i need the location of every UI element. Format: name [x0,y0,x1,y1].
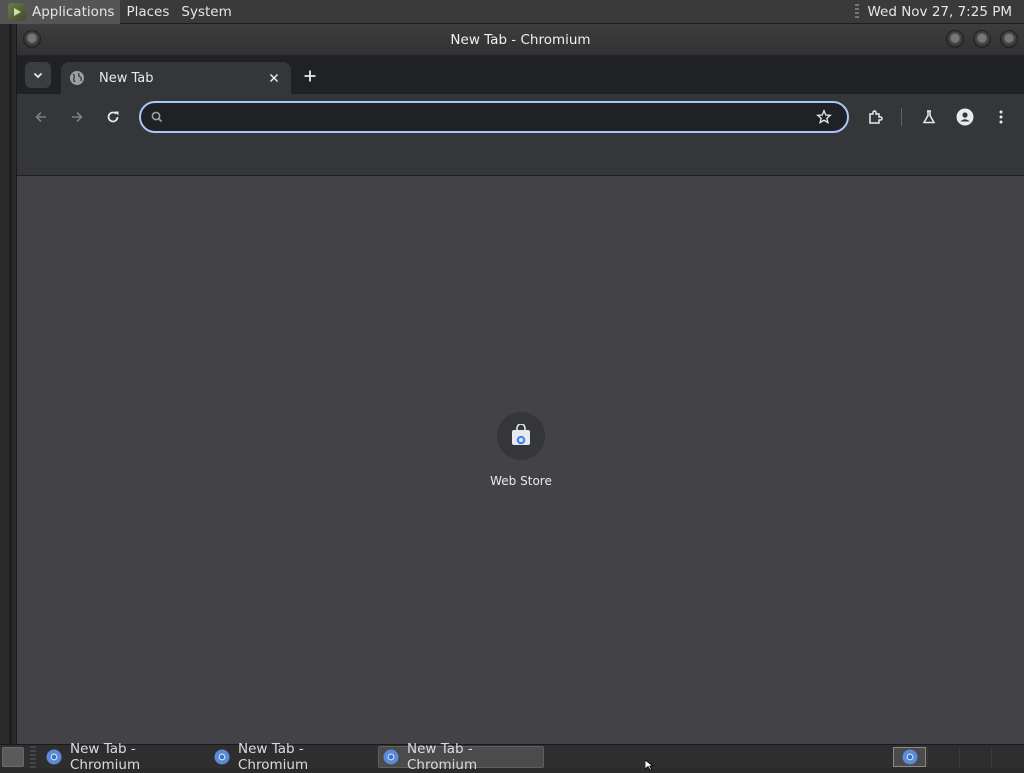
address-input[interactable] [171,105,813,129]
panel-right-area: Wed Nov 27, 7:25 PM [855,0,1024,24]
tab-new-tab[interactable]: New Tab [61,62,291,94]
back-icon [35,111,46,123]
toolbar-separator [901,108,902,126]
system-menu[interactable]: System [175,0,237,24]
top-panel: Applications Places System Wed Nov 27, 7… [0,0,1024,24]
address-bar[interactable] [139,101,849,133]
minimize-button[interactable] [946,30,964,48]
globe-icon [70,71,84,85]
taskbar: New Tab - Chromium New Tab - Chromium Ne… [0,741,1024,773]
taskbar-item[interactable]: New Tab - Chromium [210,741,376,773]
tab-strip: New Tab [17,56,1024,94]
taskbar-item[interactable]: New Tab - Chromium [42,741,208,773]
browser-toolbar [17,94,1024,140]
applications-menu[interactable]: Applications [0,0,121,24]
shortcut-web-store[interactable]: Web Store [479,412,563,502]
taskbar-grip [30,745,36,768]
workspace-switcher[interactable] [893,747,926,767]
menu-kebab-icon [999,110,1003,124]
desktop-left-edge [0,24,17,744]
tab-search-button[interactable] [25,62,51,88]
close-window-button[interactable] [1000,30,1018,48]
new-tab-button[interactable] [299,65,321,87]
show-desktop-button[interactable] [2,746,24,767]
workspace-slot[interactable] [959,747,991,767]
plus-icon [304,70,316,82]
chromium-icon [902,749,917,765]
taskbar-item-active[interactable]: New Tab - Chromium [378,741,544,773]
shortcut-label: Web Store [490,474,552,488]
reload-icon [107,111,119,123]
extensions-button[interactable] [864,105,888,129]
web-store-icon [512,424,530,445]
chromium-icon [383,749,399,764]
workspace-slot[interactable] [927,747,959,767]
system-menu-label: System [181,3,232,20]
clock[interactable]: Wed Nov 27, 7:25 PM [867,4,1012,20]
bookmark-bar [17,140,1024,176]
panel-grip-handle[interactable] [855,4,860,20]
tab-title: New Tab [99,70,154,86]
window-title: New Tab - Chromium [450,32,591,48]
tab-close-icon[interactable] [265,69,283,87]
profile-button[interactable] [953,105,977,129]
forward-button[interactable] [65,105,89,129]
extensions-icon [869,110,883,124]
new-tab-page: Web Store [17,176,1024,744]
maximize-button[interactable] [973,30,991,48]
chevron-down-icon [33,72,43,79]
places-menu-label: Places [126,3,170,20]
browser-window: New Tab - Chromium New Tab Web Store [17,24,1024,744]
window-titlebar[interactable]: New Tab - Chromium [17,24,1024,56]
mouse-cursor-icon [645,760,655,770]
labs-flask-icon [922,110,936,124]
workspace-slot[interactable] [991,747,1023,767]
shortcut-tile [497,412,545,460]
labs-button[interactable] [917,105,941,129]
back-button[interactable] [29,105,53,129]
forward-icon [72,111,83,123]
profile-icon [956,108,974,126]
chromium-icon [46,749,62,764]
applications-menu-label: Applications [32,3,115,20]
places-menu[interactable]: Places [120,0,175,24]
reload-button[interactable] [101,105,125,129]
bookmark-star-icon[interactable] [813,106,835,128]
chromium-icon [214,749,230,764]
browser-menu-button[interactable] [989,105,1013,129]
applications-logo-icon [8,2,26,21]
search-icon [151,111,163,123]
